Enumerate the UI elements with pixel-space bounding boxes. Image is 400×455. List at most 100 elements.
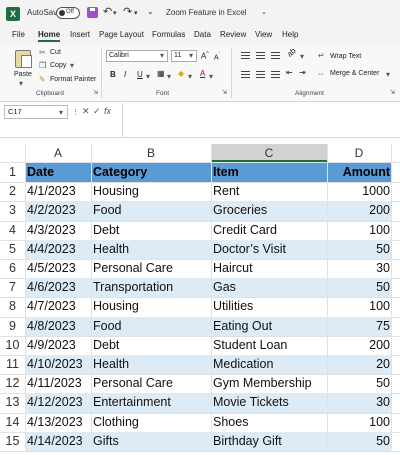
row-header[interactable]: 2 bbox=[0, 182, 25, 201]
date-cell[interactable]: 4/6/2023 bbox=[27, 278, 91, 297]
header-cell-amount[interactable]: Amount bbox=[329, 163, 391, 182]
copy-dropdown-icon[interactable]: ▾ bbox=[70, 62, 78, 70]
date-cell[interactable]: 4/3/2023 bbox=[27, 221, 91, 240]
clipboard-launcher-icon[interactable]: ⇲ bbox=[93, 89, 101, 97]
underline-button[interactable]: U bbox=[137, 70, 143, 79]
align-center-icon[interactable] bbox=[256, 71, 265, 78]
date-cell[interactable]: 4/14/2023 bbox=[27, 432, 91, 451]
item-cell[interactable]: Gym Membership bbox=[213, 374, 327, 393]
format-painter-icon[interactable]: ✎ bbox=[39, 76, 47, 84]
date-cell[interactable]: 4/8/2023 bbox=[27, 317, 91, 336]
category-cell[interactable]: Transportation bbox=[93, 278, 211, 297]
enter-icon[interactable]: ✓ bbox=[93, 106, 101, 117]
column-header-d[interactable]: D bbox=[327, 144, 391, 162]
date-cell[interactable]: 4/11/2023 bbox=[27, 374, 91, 393]
italic-button[interactable]: I bbox=[124, 70, 126, 79]
orientation-icon[interactable]: ab bbox=[285, 46, 298, 59]
merge-center-button[interactable]: Merge & Center bbox=[330, 70, 379, 77]
borders-icon[interactable]: ▦ bbox=[157, 69, 165, 78]
category-cell[interactable]: Personal Care bbox=[93, 374, 211, 393]
copy-icon[interactable]: ❐ bbox=[39, 62, 47, 70]
date-cell[interactable]: 4/5/2023 bbox=[27, 259, 91, 278]
date-cell[interactable]: 4/10/2023 bbox=[27, 355, 91, 374]
select-all-corner[interactable] bbox=[0, 144, 25, 162]
category-cell[interactable]: Health bbox=[93, 355, 211, 374]
document-title[interactable]: Zoom Feature in Excel bbox=[166, 8, 246, 17]
wrap-text-icon[interactable]: ↵ bbox=[318, 51, 325, 60]
amount-cell[interactable]: 50 bbox=[329, 374, 391, 393]
item-cell[interactable]: Medication bbox=[213, 355, 327, 374]
item-cell[interactable]: Rent bbox=[213, 182, 327, 201]
cut-icon[interactable]: ✂ bbox=[39, 49, 47, 57]
category-cell[interactable]: Food bbox=[93, 317, 211, 336]
cut-button[interactable]: Cut bbox=[50, 49, 61, 56]
autosave-toggle[interactable]: Off bbox=[56, 7, 80, 19]
save-icon[interactable] bbox=[87, 7, 98, 18]
category-cell[interactable]: Entertainment bbox=[93, 393, 211, 412]
amount-cell[interactable]: 1000 bbox=[329, 182, 391, 201]
row-header[interactable]: 1 bbox=[0, 163, 25, 182]
tab-formulas[interactable]: Formulas bbox=[152, 30, 185, 39]
amount-cell[interactable]: 30 bbox=[329, 393, 391, 412]
amount-cell[interactable]: 200 bbox=[329, 336, 391, 355]
row-header[interactable]: 3 bbox=[0, 201, 25, 220]
row-header[interactable]: 8 bbox=[0, 297, 25, 316]
amount-cell[interactable]: 50 bbox=[329, 278, 391, 297]
title-chevron-down-icon[interactable]: ⌄ bbox=[261, 8, 267, 16]
alignment-launcher-icon[interactable]: ⇲ bbox=[390, 89, 398, 97]
date-cell[interactable]: 4/2/2023 bbox=[27, 201, 91, 220]
merge-center-icon[interactable]: ⇔ bbox=[317, 69, 325, 78]
item-cell[interactable]: Utilities bbox=[213, 297, 327, 316]
wrap-text-button[interactable]: Wrap Text bbox=[330, 53, 361, 60]
decrease-indent-icon[interactable]: ⇤ bbox=[286, 68, 293, 77]
amount-cell[interactable]: 200 bbox=[329, 201, 391, 220]
row-header[interactable]: 9 bbox=[0, 317, 25, 336]
category-cell[interactable]: Clothing bbox=[93, 413, 211, 432]
date-cell[interactable]: 4/13/2023 bbox=[27, 413, 91, 432]
item-cell[interactable]: Credit Card bbox=[213, 221, 327, 240]
font-size-dropdown-icon[interactable]: ▾ bbox=[189, 52, 197, 60]
font-name-dropdown-icon[interactable]: ▾ bbox=[160, 52, 168, 60]
bottom-align-icon[interactable] bbox=[271, 52, 280, 59]
item-cell[interactable]: Doctor’s Visit bbox=[213, 240, 327, 259]
amount-cell[interactable]: 50 bbox=[329, 240, 391, 259]
paste-icon[interactable] bbox=[15, 50, 32, 68]
amount-cell[interactable]: 50 bbox=[329, 432, 391, 451]
tab-review[interactable]: Review bbox=[220, 30, 246, 39]
undo-dropdown-icon[interactable]: ▾ bbox=[113, 9, 117, 17]
column-header-b[interactable]: B bbox=[91, 144, 211, 162]
item-cell[interactable]: Eating Out bbox=[213, 317, 327, 336]
item-cell[interactable]: Movie Tickets bbox=[213, 393, 327, 412]
category-cell[interactable]: Health bbox=[93, 240, 211, 259]
header-cell-date[interactable]: Date bbox=[27, 163, 91, 182]
tab-page-layout[interactable]: Page Layout bbox=[99, 30, 144, 39]
row-header[interactable]: 13 bbox=[0, 393, 25, 412]
row-header[interactable]: 11 bbox=[0, 355, 25, 374]
item-cell[interactable]: Student Loan bbox=[213, 336, 327, 355]
font-launcher-icon[interactable]: ⇲ bbox=[222, 89, 230, 97]
fill-color-icon[interactable]: ◆ bbox=[178, 69, 184, 78]
borders-dropdown-icon[interactable]: ▾ bbox=[167, 73, 175, 81]
amount-cell[interactable]: 100 bbox=[329, 297, 391, 316]
date-cell[interactable]: 4/4/2023 bbox=[27, 240, 91, 259]
formula-input[interactable] bbox=[122, 103, 400, 137]
row-header[interactable]: 10 bbox=[0, 336, 25, 355]
increase-indent-icon[interactable]: ⇥ bbox=[299, 68, 306, 77]
middle-align-icon[interactable] bbox=[256, 52, 265, 59]
header-cell-item[interactable]: Item bbox=[213, 163, 327, 182]
tab-file[interactable]: File bbox=[12, 30, 25, 39]
insert-function-icon[interactable]: fx bbox=[104, 106, 111, 116]
amount-cell[interactable]: 20 bbox=[329, 355, 391, 374]
top-align-icon[interactable] bbox=[241, 52, 250, 59]
amount-cell[interactable]: 100 bbox=[329, 413, 391, 432]
row-header[interactable]: 12 bbox=[0, 374, 25, 393]
font-color-dropdown-icon[interactable]: ▾ bbox=[209, 73, 217, 81]
customize-toolbar-icon[interactable]: ⌄ bbox=[147, 7, 154, 16]
undo-icon[interactable]: ↶ bbox=[103, 5, 112, 18]
column-header-a[interactable]: A bbox=[25, 144, 91, 162]
category-cell[interactable]: Housing bbox=[93, 297, 211, 316]
item-cell[interactable]: Haircut bbox=[213, 259, 327, 278]
category-cell[interactable]: Gifts bbox=[93, 432, 211, 451]
redo-icon[interactable]: ↷ bbox=[123, 5, 132, 18]
paste-dropdown-icon[interactable]: ▾ bbox=[19, 80, 27, 88]
